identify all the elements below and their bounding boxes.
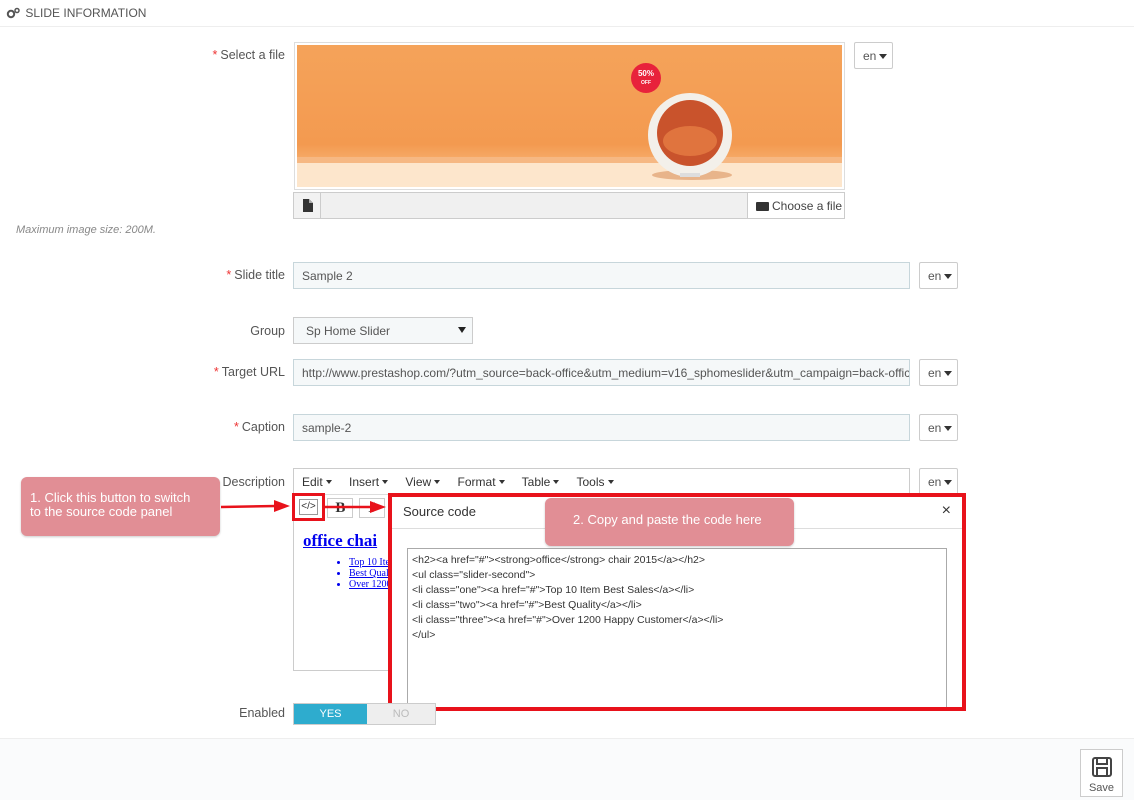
menu-edit[interactable]: Edit <box>302 475 332 489</box>
lang-dropdown-caption[interactable]: en <box>919 414 958 441</box>
folder-open-icon <box>756 202 769 211</box>
close-icon[interactable]: × <box>942 502 951 520</box>
select-arrow-icon <box>458 327 466 333</box>
target-url-label: * Target URL <box>213 365 285 379</box>
callout-step-1-line-2: to the source code panel <box>30 504 173 519</box>
code-line: <li class="one"><a href="#">Top 10 Item … <box>412 584 695 596</box>
source-code-textarea[interactable]: <h2><a href="#"><strong>office</strong> … <box>407 548 947 711</box>
caret-down-icon <box>944 371 953 376</box>
select-file-label: * Select a file <box>212 48 286 62</box>
panel-title: SLIDE INFORMATION <box>25 6 147 20</box>
code-line: <ul class="slider-second"> <box>412 569 536 581</box>
panel-footer <box>0 738 1134 800</box>
choose-file-button[interactable]: Choose a file <box>747 193 844 218</box>
save-icon <box>1091 757 1112 777</box>
source-code-button[interactable]: </> <box>299 499 318 515</box>
slide-image-preview: 50% OFF <box>294 42 845 190</box>
enabled-label: Enabled <box>239 706 285 720</box>
menu-view[interactable]: View <box>405 475 441 489</box>
lang-dropdown-url[interactable]: en <box>919 359 958 386</box>
lang-dropdown-file[interactable]: en <box>854 42 893 69</box>
caret-down-icon <box>944 480 953 485</box>
callout-step-1-line-1: 1. Click this button to switch <box>30 490 191 505</box>
caret-down-icon <box>944 274 953 279</box>
menu-table[interactable]: Table <box>522 475 560 489</box>
caption-input[interactable]: sample-2 <box>293 414 910 441</box>
bold-button[interactable]: B <box>327 498 354 518</box>
code-line: <h2><a href="#"><strong>office</strong> … <box>412 554 706 566</box>
caret-down-icon <box>879 54 888 59</box>
enabled-no-option[interactable]: NO <box>367 704 435 724</box>
code-line: <li class="three"><a href="#">Over 1200 … <box>412 614 724 626</box>
panel-heading: SLIDE INFORMATION <box>0 0 1134 27</box>
target-url-input[interactable]: http://www.prestashop.com/?utm_source=ba… <box>293 359 910 386</box>
caret-down-icon <box>944 426 953 431</box>
slide-title-input[interactable]: Sample 2 <box>293 262 910 289</box>
max-size-hint: Maximum image size: 200M. <box>16 224 156 236</box>
menu-tools[interactable]: Tools <box>576 475 614 489</box>
lang-dropdown-title[interactable]: en <box>919 262 958 289</box>
callout-step-2: 2. Copy and paste the code here <box>545 498 794 546</box>
cogs-icon <box>6 7 20 22</box>
enabled-switch[interactable]: YES NO <box>293 703 436 725</box>
file-upload-bar[interactable]: Choose a file <box>293 192 845 219</box>
code-line: </ul> <box>412 629 436 641</box>
code-line: <li class="two"><a href="#">Best Quality… <box>412 599 642 611</box>
save-button[interactable]: Save <box>1080 749 1123 797</box>
save-label: Save <box>1088 782 1115 794</box>
editor-menubar: Edit Insert View Format Table Tools <box>294 469 909 495</box>
menu-insert[interactable]: Insert <box>349 475 389 489</box>
slide-title-label: * Slide title <box>226 268 285 282</box>
group-label: Group <box>250 324 285 338</box>
discount-badge: 50% OFF <box>631 63 661 93</box>
group-select[interactable]: Sp Home Slider <box>293 317 473 344</box>
file-icon <box>294 193 321 218</box>
lang-dropdown-description[interactable]: en <box>919 468 958 495</box>
menu-format[interactable]: Format <box>458 475 505 489</box>
caption-label: * Caption <box>234 420 285 434</box>
slide-image: 50% OFF <box>297 45 842 187</box>
enabled-yes-option[interactable]: YES <box>294 704 367 724</box>
source-code-button-highlight: </> <box>292 493 325 521</box>
callout-step-1: 1. Click this button to switch to the so… <box>21 477 220 536</box>
italic-button[interactable]: I <box>358 498 385 518</box>
